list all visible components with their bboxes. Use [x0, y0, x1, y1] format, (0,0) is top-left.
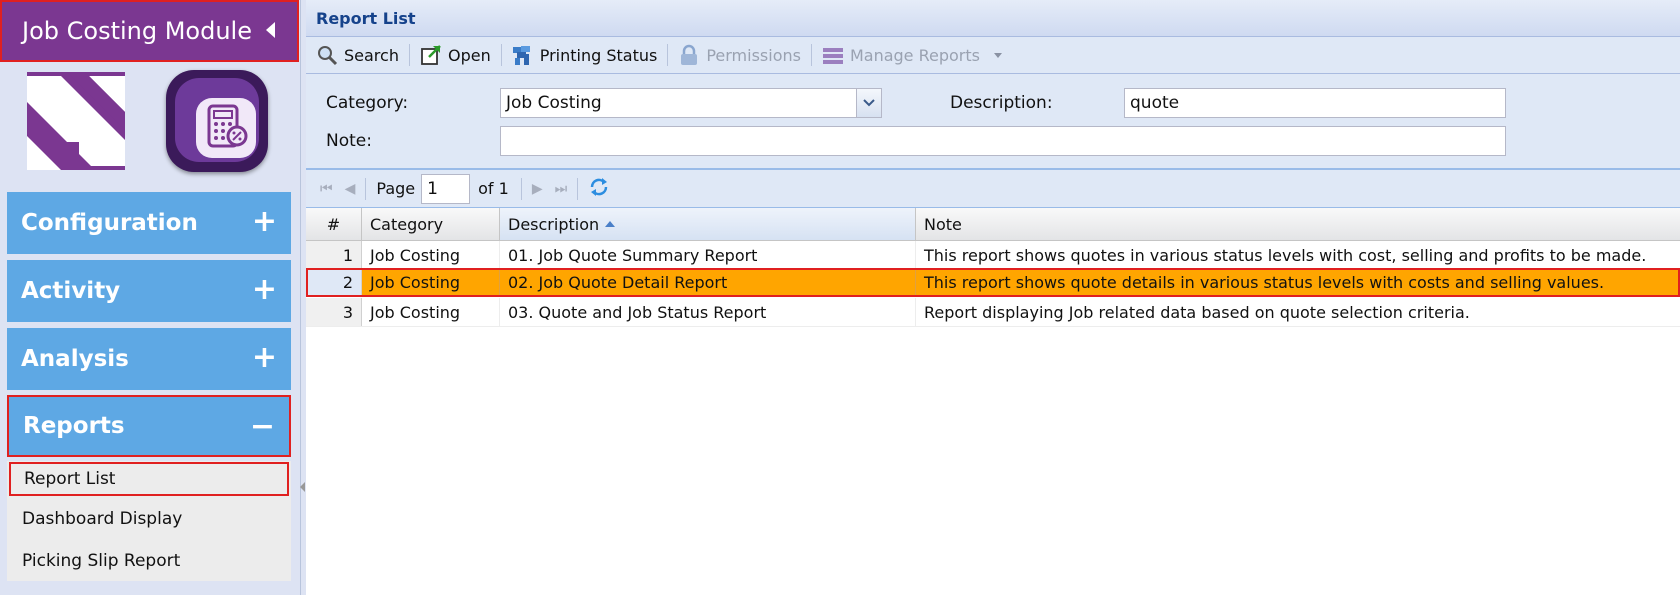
- category-select[interactable]: Job Costing: [500, 88, 882, 118]
- first-page-icon[interactable]: ⏮: [314, 181, 339, 197]
- section-configuration[interactable]: Configuration +: [7, 192, 291, 254]
- column-header-description[interactable]: Description: [500, 208, 916, 241]
- toolbar-separator: [500, 44, 502, 66]
- panel-header: Report List: [306, 0, 1680, 37]
- column-header-number[interactable]: #: [306, 208, 362, 241]
- section-activity[interactable]: Activity +: [7, 260, 291, 322]
- chevron-down-icon[interactable]: [856, 89, 881, 117]
- row-number: 2: [308, 270, 362, 295]
- search-label: Search: [344, 45, 399, 65]
- table-row[interactable]: 1 Job Costing 01. Job Quote Summary Repo…: [306, 241, 1680, 270]
- module-header: Job Costing Module: [0, 0, 299, 62]
- category-select-value: Job Costing: [506, 93, 602, 113]
- pager-separator: [365, 177, 367, 200]
- previous-page-icon[interactable]: ◀: [339, 181, 362, 197]
- printing-status-icon: [512, 44, 534, 66]
- cell-description: 01. Job Quote Summary Report: [500, 241, 916, 269]
- section-analysis[interactable]: Analysis +: [7, 328, 291, 390]
- lock-icon: [678, 44, 700, 66]
- splitter-collapse-icon[interactable]: [300, 482, 305, 492]
- expand-plus-icon[interactable]: +: [252, 275, 277, 305]
- cell-category: Job Costing: [362, 270, 500, 295]
- next-page-icon[interactable]: ▶: [526, 181, 549, 197]
- refresh-icon[interactable]: [582, 176, 616, 202]
- description-label: Description:: [950, 93, 1053, 113]
- sort-ascending-icon: [605, 221, 616, 227]
- toolbar-separator: [667, 44, 669, 66]
- cell-description: 03. Quote and Job Status Report: [500, 298, 916, 326]
- last-page-icon[interactable]: ⏭: [549, 181, 574, 197]
- cell-category: Job Costing: [362, 241, 500, 269]
- search-icon: [316, 44, 338, 66]
- section-reports[interactable]: Reports −: [7, 395, 291, 457]
- note-label: Note:: [326, 131, 372, 151]
- panel-title: Report List: [316, 9, 416, 28]
- note-input[interactable]: [500, 126, 1506, 156]
- toolbar-separator: [408, 44, 410, 66]
- manage-reports-button[interactable]: Manage Reports: [816, 40, 1008, 70]
- search-button[interactable]: Search: [310, 40, 405, 70]
- category-label: Category:: [326, 93, 409, 113]
- section-label: Configuration: [21, 210, 198, 236]
- pager-separator: [520, 177, 522, 200]
- cell-category: Job Costing: [362, 298, 500, 326]
- row-number: 1: [306, 241, 362, 269]
- permissions-button[interactable]: Permissions: [672, 40, 807, 70]
- company-logo: [27, 72, 125, 170]
- submenu-item-report-list[interactable]: Report List: [9, 462, 289, 496]
- cell-note: Report displaying Job related data based…: [924, 302, 1470, 322]
- pager-separator: [577, 177, 579, 200]
- page-number-input[interactable]: 1: [421, 173, 471, 204]
- table-row-selected[interactable]: 2 Job Costing 02. Job Quote Detail Repor…: [306, 268, 1680, 297]
- toolbar-separator: [810, 44, 812, 66]
- expand-plus-icon[interactable]: +: [252, 207, 277, 237]
- open-button[interactable]: Open: [414, 40, 497, 70]
- column-header-category[interactable]: Category: [362, 208, 500, 241]
- module-title: Job Costing Module: [22, 17, 252, 45]
- paging-toolbar: ⏮ ◀ Page 1 of 1 ▶ ⏭: [306, 170, 1680, 208]
- row-number: 3: [306, 298, 362, 326]
- manage-reports-label: Manage Reports: [849, 45, 980, 65]
- expand-plus-icon[interactable]: +: [252, 343, 277, 373]
- collapse-left-icon[interactable]: [266, 22, 275, 38]
- cell-description: 02. Job Quote Detail Report: [500, 270, 916, 295]
- cell-note: This report shows quote details in vario…: [924, 273, 1605, 292]
- section-label: Reports: [23, 413, 125, 439]
- permissions-label: Permissions: [706, 45, 801, 65]
- section-label: Activity: [21, 278, 121, 304]
- column-header-label: Description: [508, 214, 600, 234]
- cell-note: This report shows quotes in various stat…: [924, 245, 1647, 265]
- toolbar: Search Open Printing Status Permissions …: [306, 37, 1680, 74]
- printing-status-button[interactable]: Printing Status: [506, 40, 664, 70]
- page-total-label: of 1: [478, 179, 509, 198]
- open-external-icon: [420, 44, 442, 66]
- table-row[interactable]: 3 Job Costing 03. Quote and Job Status R…: [306, 298, 1680, 327]
- submenu-item-dashboard-display[interactable]: Dashboard Display: [9, 502, 289, 536]
- open-label: Open: [447, 45, 491, 65]
- dropdown-arrow-icon[interactable]: [993, 52, 1002, 58]
- column-header-note[interactable]: Note: [916, 208, 1680, 241]
- description-input[interactable]: quote: [1124, 88, 1506, 118]
- printing-status-label: Printing Status: [539, 45, 658, 65]
- section-label: Analysis: [21, 346, 129, 372]
- collapse-minus-icon[interactable]: −: [250, 412, 275, 442]
- submenu-item-picking-slip-report[interactable]: Picking Slip Report: [9, 544, 289, 578]
- page-label: Page: [376, 179, 416, 198]
- list-menu-icon: [822, 44, 844, 66]
- job-costing-calculator-icon: [166, 70, 268, 172]
